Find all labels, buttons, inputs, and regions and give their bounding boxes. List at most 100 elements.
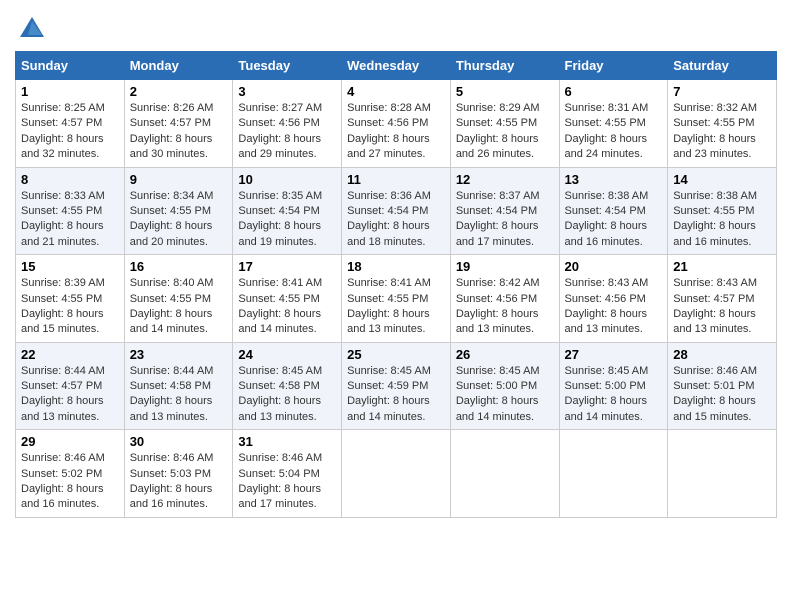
calendar-cell: 26 Sunrise: 8:45 AMSunset: 5:00 PMDayligh…: [450, 342, 559, 430]
day-number: 11: [347, 172, 445, 187]
day-info: Sunrise: 8:41 AMSunset: 4:55 PMDaylight:…: [238, 276, 336, 338]
calendar-week-4: 22 Sunrise: 8:44 AMSunset: 4:57 PMDayligh…: [16, 342, 777, 430]
day-number: 22: [21, 347, 119, 362]
calendar-cell: 13 Sunrise: 8:38 AMSunset: 4:54 PMDayligh…: [559, 167, 668, 255]
day-number: 26: [456, 347, 554, 362]
day-header-monday: Monday: [124, 52, 233, 80]
calendar-cell: 10Sunrise: 8:35 AMSunset: 4:54 PMDayligh…: [233, 167, 342, 255]
day-info: Sunrise: 8:31 AMSunset: 4:55 PMDaylight:…: [565, 101, 663, 163]
day-info: Sunrise: 8:33 AMSunset: 4:55 PMDaylight:…: [21, 189, 119, 251]
day-info: Sunrise: 8:32 AMSunset: 4:55 PMDaylight:…: [673, 101, 771, 163]
day-number: 15: [21, 259, 119, 274]
logo: [15, 15, 46, 43]
calendar-body: 1Sunrise: 8:25 AMSunset: 4:57 PMDaylight…: [16, 80, 777, 518]
day-number: 6: [565, 84, 663, 99]
calendar-cell: [450, 430, 559, 518]
day-number: 24: [238, 347, 336, 362]
day-info: Sunrise: 8:34 AMSunset: 4:55 PMDaylight:…: [130, 189, 228, 251]
day-info: Sunrise: 8:26 AMSunset: 4:57 PMDaylight:…: [130, 101, 228, 163]
days-header-row: SundayMondayTuesdayWednesdayThursdayFrid…: [16, 52, 777, 80]
day-header-friday: Friday: [559, 52, 668, 80]
day-info: Sunrise: 8:46 AMSunset: 5:02 PMDaylight:…: [21, 451, 119, 513]
day-info: Sunrise: 8:46 AMSunset: 5:04 PMDaylight:…: [238, 451, 336, 513]
day-info: Sunrise: 8:46 AMSunset: 5:01 PMDaylight:…: [673, 364, 771, 426]
calendar-cell: 17 Sunrise: 8:41 AMSunset: 4:55 PMDayligh…: [233, 255, 342, 343]
calendar-cell: 16 Sunrise: 8:40 AMSunset: 4:55 PMDayligh…: [124, 255, 233, 343]
calendar-cell: 29 Sunrise: 8:46 AMSunset: 5:02 PMDayligh…: [16, 430, 125, 518]
day-number: 27: [565, 347, 663, 362]
day-number: 28: [673, 347, 771, 362]
calendar-cell: 23Sunrise: 8:44 AMSunset: 4:58 PMDayligh…: [124, 342, 233, 430]
calendar-cell: 12 Sunrise: 8:37 AMSunset: 4:54 PMDayligh…: [450, 167, 559, 255]
calendar-cell: 19 Sunrise: 8:42 AMSunset: 4:56 PMDayligh…: [450, 255, 559, 343]
day-info: Sunrise: 8:40 AMSunset: 4:55 PMDaylight:…: [130, 276, 228, 338]
day-number: 3: [238, 84, 336, 99]
day-number: 20: [565, 259, 663, 274]
calendar-cell: 14 Sunrise: 8:38 AMSunset: 4:55 PMDayligh…: [668, 167, 777, 255]
day-info: Sunrise: 8:42 AMSunset: 4:56 PMDaylight:…: [456, 276, 554, 338]
day-info: Sunrise: 8:28 AMSunset: 4:56 PMDaylight:…: [347, 101, 445, 163]
day-number: 18: [347, 259, 445, 274]
calendar-cell: 11 Sunrise: 8:36 AMSunset: 4:54 PMDayligh…: [342, 167, 451, 255]
calendar-week-5: 29 Sunrise: 8:46 AMSunset: 5:02 PMDayligh…: [16, 430, 777, 518]
page-header: [15, 10, 777, 43]
day-info: Sunrise: 8:43 AMSunset: 4:57 PMDaylight:…: [673, 276, 771, 338]
day-number: 17: [238, 259, 336, 274]
calendar-cell: 20 Sunrise: 8:43 AMSunset: 4:56 PMDayligh…: [559, 255, 668, 343]
calendar-cell: [559, 430, 668, 518]
calendar-cell: 6 Sunrise: 8:31 AMSunset: 4:55 PMDaylight…: [559, 80, 668, 168]
logo-icon: [18, 15, 46, 43]
day-info: Sunrise: 8:45 AMSunset: 4:58 PMDaylight:…: [238, 364, 336, 426]
day-info: Sunrise: 8:38 AMSunset: 4:54 PMDaylight:…: [565, 189, 663, 251]
day-number: 8: [21, 172, 119, 187]
day-info: Sunrise: 8:29 AMSunset: 4:55 PMDaylight:…: [456, 101, 554, 163]
calendar-cell: 21 Sunrise: 8:43 AMSunset: 4:57 PMDayligh…: [668, 255, 777, 343]
day-info: Sunrise: 8:43 AMSunset: 4:56 PMDaylight:…: [565, 276, 663, 338]
calendar-cell: 27Sunrise: 8:45 AMSunset: 5:00 PMDayligh…: [559, 342, 668, 430]
day-number: 12: [456, 172, 554, 187]
day-number: 7: [673, 84, 771, 99]
day-info: Sunrise: 8:45 AMSunset: 4:59 PMDaylight:…: [347, 364, 445, 426]
day-info: Sunrise: 8:45 AMSunset: 5:00 PMDaylight:…: [456, 364, 554, 426]
calendar-table: SundayMondayTuesdayWednesdayThursdayFrid…: [15, 51, 777, 518]
day-number: 25: [347, 347, 445, 362]
day-header-saturday: Saturday: [668, 52, 777, 80]
day-header-tuesday: Tuesday: [233, 52, 342, 80]
day-info: Sunrise: 8:35 AMSunset: 4:54 PMDaylight:…: [238, 189, 336, 251]
day-number: 19: [456, 259, 554, 274]
day-info: Sunrise: 8:37 AMSunset: 4:54 PMDaylight:…: [456, 189, 554, 251]
calendar-cell: 5 Sunrise: 8:29 AMSunset: 4:55 PMDaylight…: [450, 80, 559, 168]
calendar-cell: 9 Sunrise: 8:34 AMSunset: 4:55 PMDaylight…: [124, 167, 233, 255]
day-number: 16: [130, 259, 228, 274]
calendar-cell: 15 Sunrise: 8:39 AMSunset: 4:55 PMDayligh…: [16, 255, 125, 343]
day-number: 30: [130, 434, 228, 449]
day-number: 14: [673, 172, 771, 187]
calendar-cell: 24 Sunrise: 8:45 AMSunset: 4:58 PMDayligh…: [233, 342, 342, 430]
calendar-cell: 31 Sunrise: 8:46 AMSunset: 5:04 PMDayligh…: [233, 430, 342, 518]
day-info: Sunrise: 8:38 AMSunset: 4:55 PMDaylight:…: [673, 189, 771, 251]
calendar-cell: 18 Sunrise: 8:41 AMSunset: 4:55 PMDayligh…: [342, 255, 451, 343]
day-number: 31: [238, 434, 336, 449]
calendar-cell: 2Sunrise: 8:26 AMSunset: 4:57 PMDaylight…: [124, 80, 233, 168]
day-info: Sunrise: 8:44 AMSunset: 4:58 PMDaylight:…: [130, 364, 228, 426]
day-header-thursday: Thursday: [450, 52, 559, 80]
day-info: Sunrise: 8:44 AMSunset: 4:57 PMDaylight:…: [21, 364, 119, 426]
day-number: 9: [130, 172, 228, 187]
day-info: Sunrise: 8:39 AMSunset: 4:55 PMDaylight:…: [21, 276, 119, 338]
day-info: Sunrise: 8:36 AMSunset: 4:54 PMDaylight:…: [347, 189, 445, 251]
day-number: 21: [673, 259, 771, 274]
calendar-cell: 1Sunrise: 8:25 AMSunset: 4:57 PMDaylight…: [16, 80, 125, 168]
day-info: Sunrise: 8:41 AMSunset: 4:55 PMDaylight:…: [347, 276, 445, 338]
calendar-cell: 4Sunrise: 8:28 AMSunset: 4:56 PMDaylight…: [342, 80, 451, 168]
day-number: 13: [565, 172, 663, 187]
day-header-sunday: Sunday: [16, 52, 125, 80]
calendar-week-2: 8 Sunrise: 8:33 AMSunset: 4:55 PMDaylight…: [16, 167, 777, 255]
calendar-cell: 25 Sunrise: 8:45 AMSunset: 4:59 PMDayligh…: [342, 342, 451, 430]
calendar-cell: [668, 430, 777, 518]
day-number: 29: [21, 434, 119, 449]
calendar-cell: 3Sunrise: 8:27 AMSunset: 4:56 PMDaylight…: [233, 80, 342, 168]
calendar-week-1: 1Sunrise: 8:25 AMSunset: 4:57 PMDaylight…: [16, 80, 777, 168]
day-number: 1: [21, 84, 119, 99]
calendar-cell: 22 Sunrise: 8:44 AMSunset: 4:57 PMDayligh…: [16, 342, 125, 430]
day-number: 5: [456, 84, 554, 99]
